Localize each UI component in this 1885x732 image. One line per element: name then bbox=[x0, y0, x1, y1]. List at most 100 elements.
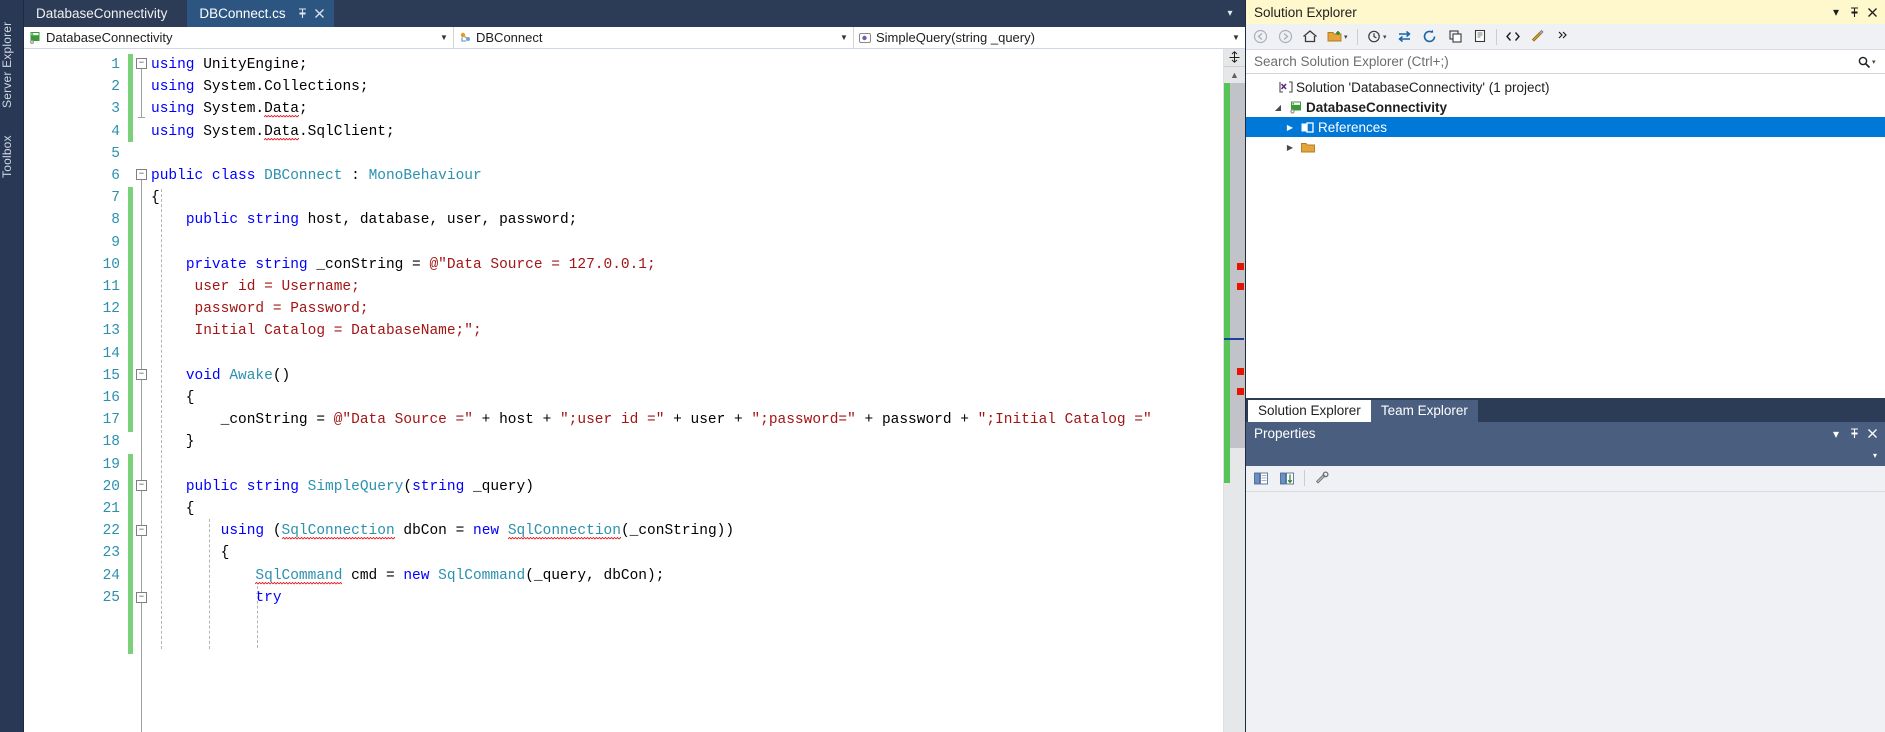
source-code[interactable]: using UnityEngine; using System.Collecti… bbox=[151, 54, 1223, 609]
solution-explorer-header: Solution Explorer ▾ bbox=[1246, 0, 1885, 24]
chevron-down-icon[interactable]: ▾ bbox=[1221, 3, 1239, 25]
csharp-project-icon bbox=[1286, 100, 1306, 115]
tree-item-solution[interactable]: Solution 'DatabaseConnectivity' (1 proje… bbox=[1246, 77, 1885, 97]
csharp-project-icon bbox=[28, 31, 42, 45]
collapse-all-icon[interactable] bbox=[1443, 26, 1467, 48]
tab-solution-explorer[interactable]: Solution Explorer bbox=[1248, 399, 1371, 422]
code-text-area[interactable]: using UnityEngine; using System.Collecti… bbox=[151, 49, 1223, 732]
vertical-tab-server-explorer[interactable]: Server Explorer bbox=[0, 4, 24, 112]
search-input[interactable] bbox=[1252, 53, 1852, 70]
error-marker[interactable] bbox=[1237, 368, 1244, 375]
scrollbar-track[interactable] bbox=[1224, 83, 1245, 732]
solution-explorer-tree[interactable]: Solution 'DatabaseConnectivity' (1 proje… bbox=[1246, 74, 1885, 398]
chevron-down-icon[interactable]: ▼ bbox=[1229, 33, 1243, 42]
properties-object-combo[interactable]: ▾ bbox=[1246, 445, 1885, 466]
properties-window-icon[interactable] bbox=[1468, 26, 1492, 48]
error-marker[interactable] bbox=[1237, 388, 1244, 395]
code-line: public class DBConnect : MonoBehaviour bbox=[151, 168, 482, 185]
line-number: 6 bbox=[111, 168, 120, 185]
caret-position-marker bbox=[1224, 338, 1244, 340]
solution-explorer-bottom-tabs: Solution Explorer Team Explorer bbox=[1246, 397, 1885, 422]
close-icon[interactable] bbox=[312, 5, 328, 23]
fold-toggle-using-block[interactable]: − bbox=[136, 525, 147, 536]
properties-grid[interactable] bbox=[1246, 491, 1885, 732]
chevron-down-icon[interactable]: ▼ bbox=[837, 33, 851, 42]
overflow-icon[interactable] bbox=[1551, 26, 1575, 48]
categorized-icon[interactable] bbox=[1249, 467, 1273, 489]
tree-item-label: DatabaseConnectivity bbox=[1306, 99, 1448, 115]
navbar-type-label: DBConnect bbox=[476, 30, 543, 45]
tree-item-project[interactable]: ◢ DatabaseConnectivity bbox=[1246, 97, 1885, 117]
chevron-down-icon[interactable]: ▾ bbox=[1827, 424, 1845, 444]
back-icon[interactable] bbox=[1248, 26, 1272, 48]
pin-icon[interactable] bbox=[295, 5, 311, 23]
navbar-project-combo[interactable]: DatabaseConnectivity ▼ bbox=[24, 27, 454, 48]
fold-toggle-simplequery[interactable]: − bbox=[136, 480, 147, 491]
tab-team-explorer[interactable]: Team Explorer bbox=[1370, 399, 1478, 422]
indent-guide bbox=[161, 189, 162, 649]
fold-toggle-usings[interactable]: − bbox=[136, 58, 147, 69]
main-column: DatabaseConnectivity DBConnect.cs ▾ Data… bbox=[24, 0, 1245, 732]
close-icon[interactable] bbox=[1863, 2, 1881, 22]
alphabetical-icon[interactable] bbox=[1275, 467, 1299, 489]
indent-guide bbox=[209, 519, 210, 649]
outline-line-end bbox=[138, 117, 145, 118]
error-marker[interactable] bbox=[1237, 283, 1244, 290]
dropdown-caret-icon[interactable]: ▾ bbox=[1344, 33, 1353, 41]
fold-toggle-try[interactable]: − bbox=[136, 592, 147, 603]
error-marker[interactable] bbox=[1237, 263, 1244, 270]
navbar-member-combo[interactable]: SimpleQuery(string _query) ▼ bbox=[854, 27, 1245, 48]
references-icon bbox=[1298, 120, 1318, 135]
tab-label: DatabaseConnectivity bbox=[36, 6, 168, 21]
sync-icon[interactable] bbox=[1393, 26, 1417, 48]
code-line: { bbox=[151, 390, 195, 407]
chevron-down-icon[interactable]: ▾ bbox=[1827, 2, 1845, 22]
tree-item-folder[interactable]: ▶ bbox=[1246, 137, 1885, 157]
dropdown-caret-icon[interactable]: ▾ bbox=[1383, 33, 1392, 41]
pin-icon[interactable] bbox=[1845, 424, 1863, 444]
outline-line bbox=[141, 69, 142, 117]
close-icon[interactable] bbox=[1863, 424, 1881, 444]
expander-expanded-icon[interactable]: ◢ bbox=[1270, 103, 1286, 112]
chevron-down-icon[interactable]: ▼ bbox=[437, 33, 451, 42]
chevron-down-icon[interactable]: ▾ bbox=[1873, 451, 1877, 460]
navbar-type-combo[interactable]: DBConnect ▼ bbox=[454, 27, 854, 48]
toolbar-separator bbox=[1496, 28, 1497, 45]
editor-vertical-scrollbar[interactable]: ▲ bbox=[1223, 49, 1245, 732]
line-number: 20 bbox=[102, 478, 120, 495]
view-designer-icon[interactable] bbox=[1526, 26, 1550, 48]
code-line: private string _conString = @"Data Sourc… bbox=[185, 256, 656, 273]
navbar-project-label: DatabaseConnectivity bbox=[46, 30, 173, 45]
code-line: using UnityEngine; bbox=[151, 57, 308, 73]
forward-icon[interactable] bbox=[1273, 26, 1297, 48]
property-pages-icon[interactable] bbox=[1310, 467, 1334, 489]
scroll-up-icon[interactable]: ▲ bbox=[1224, 67, 1245, 83]
chevron-down-icon[interactable]: ▾ bbox=[1872, 58, 1881, 66]
document-tab-databaseconnectivity[interactable]: DatabaseConnectivity bbox=[24, 0, 188, 27]
view-code-icon[interactable] bbox=[1501, 26, 1525, 48]
fold-toggle-awake[interactable]: − bbox=[136, 369, 147, 380]
outlining-gutter[interactable]: − − − − − − bbox=[133, 49, 151, 732]
line-number: 16 bbox=[102, 390, 120, 407]
line-number: 5 bbox=[111, 145, 120, 162]
solution-explorer-search[interactable]: ▾ bbox=[1246, 50, 1885, 74]
home-icon[interactable] bbox=[1298, 26, 1322, 48]
expander-collapsed-icon[interactable]: ▶ bbox=[1282, 123, 1298, 132]
pin-icon[interactable] bbox=[1845, 2, 1863, 22]
expander-collapsed-icon[interactable]: ▶ bbox=[1282, 143, 1298, 152]
refresh-icon[interactable] bbox=[1418, 26, 1442, 48]
line-number: 25 bbox=[102, 589, 120, 606]
line-number: 23 bbox=[102, 545, 120, 562]
line-number: 7 bbox=[111, 190, 120, 207]
document-tab-dbconnect-cs[interactable]: DBConnect.cs bbox=[187, 0, 334, 27]
tree-item-references[interactable]: ▶ References bbox=[1246, 117, 1885, 137]
split-view-icon[interactable] bbox=[1224, 49, 1245, 67]
document-tabstrip: DatabaseConnectivity DBConnect.cs ▾ bbox=[24, 0, 1245, 27]
vertical-tab-toolbox[interactable]: Toolbox bbox=[0, 120, 24, 182]
code-editor[interactable]: 1 2 3 4 5 6 7 8 9 10 11 12 13 14 15 16 1… bbox=[24, 49, 1245, 732]
code-line: { bbox=[151, 545, 230, 562]
line-number: 13 bbox=[102, 323, 120, 340]
fold-toggle-class[interactable]: − bbox=[136, 169, 147, 180]
